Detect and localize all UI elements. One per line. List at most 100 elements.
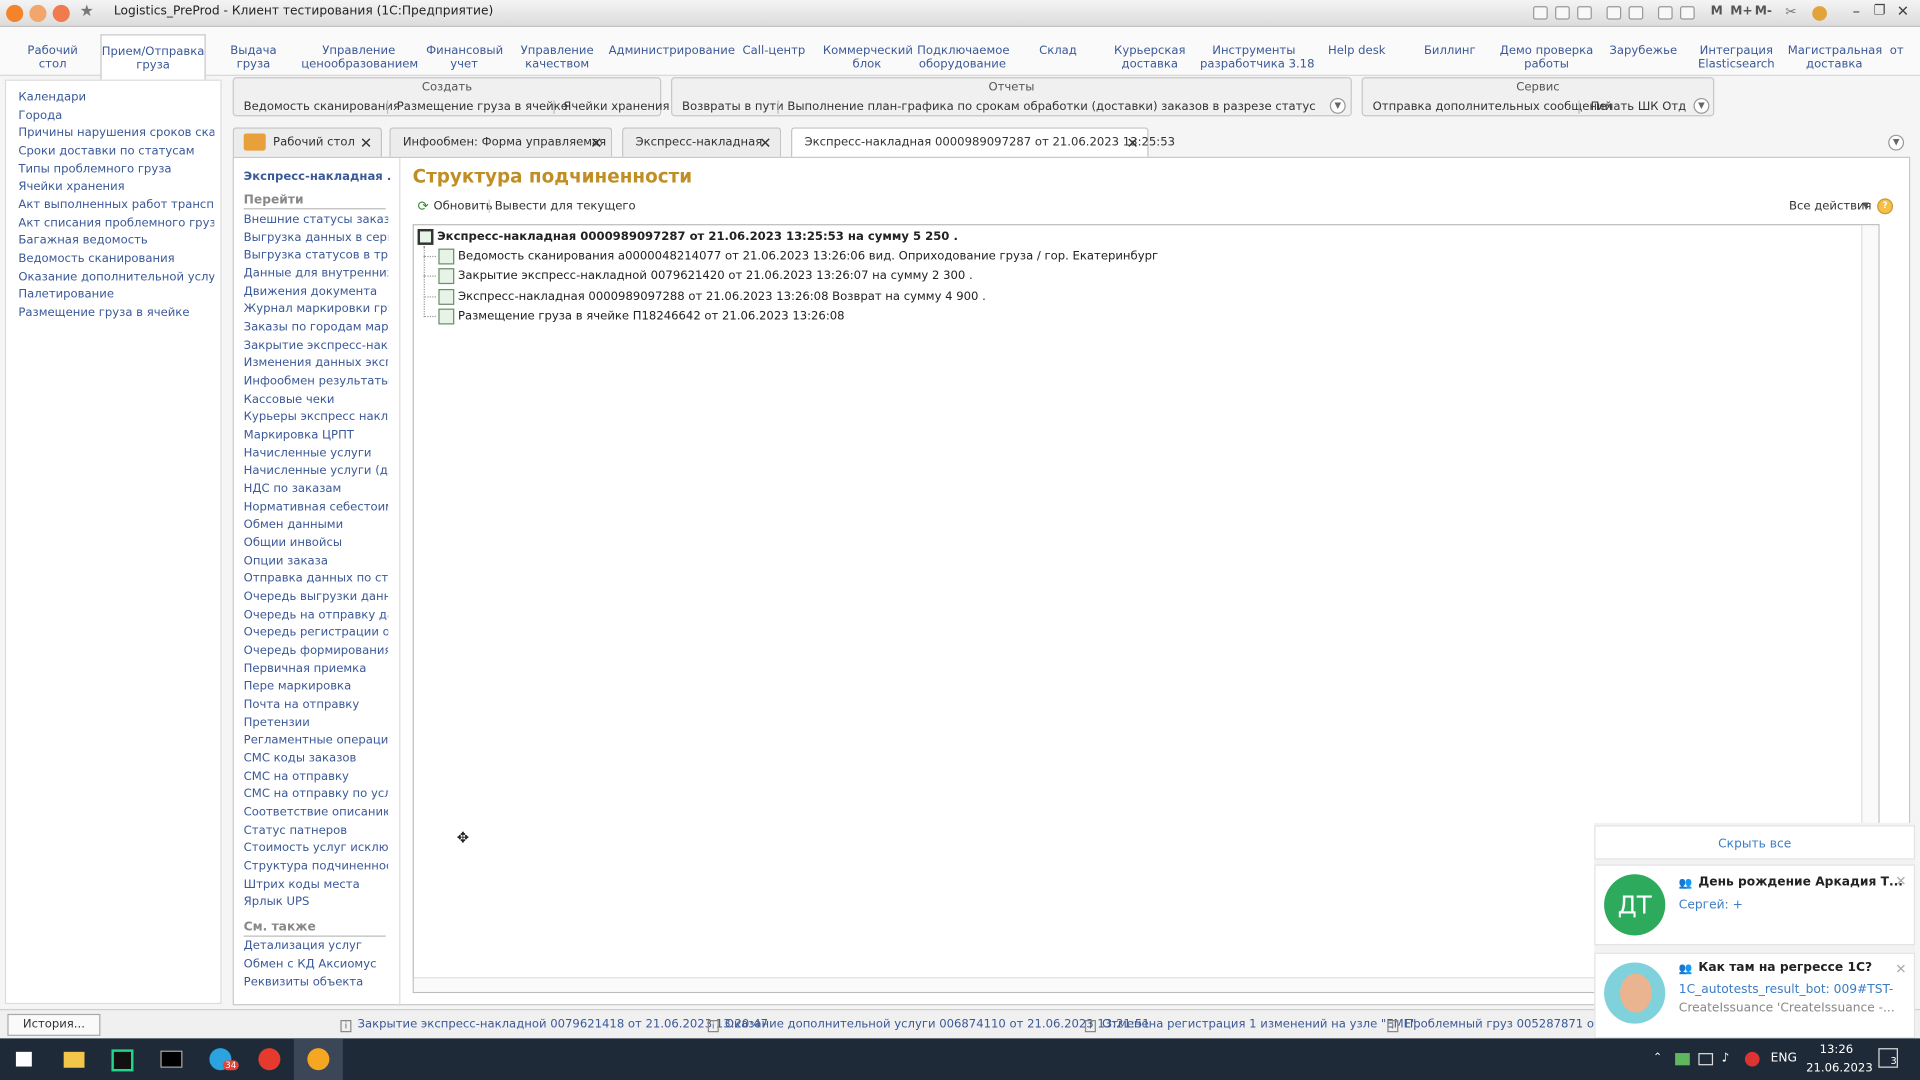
language-indicator[interactable]: ENG (1771, 1052, 1797, 1065)
nav-item[interactable]: Курьеры экспресс накла... (244, 410, 388, 423)
link-icon[interactable] (1628, 6, 1644, 20)
tray-app-icon[interactable] (1675, 1053, 1690, 1066)
tab-infoexchange[interactable]: Инфообмен: Форма управляемая ✕ (389, 127, 613, 157)
section-trunk[interactable]: Магистральная доставка (1788, 44, 1883, 71)
refresh-icon[interactable]: ⟳ (418, 198, 429, 214)
nav-item[interactable]: Очередь выгрузки данны... (244, 590, 388, 603)
file-explorer-icon[interactable] (49, 1038, 98, 1080)
tab-express-waybill-current[interactable]: Экспресс-накладная 0000989097287 от 21.0… (791, 127, 1175, 158)
section-help-desk[interactable]: Help desk (1326, 44, 1387, 57)
nav-link[interactable]: Причины нарушения сроков сканир... (18, 126, 214, 139)
nav-item[interactable]: Статус патнеров (244, 824, 388, 837)
print-barcode-button[interactable]: Печать ШК Отде... (1591, 100, 1687, 113)
chevron-down-icon[interactable]: ▼ (1862, 201, 1869, 211)
nav-item[interactable]: Кассовые чеки (244, 393, 388, 406)
tab-express-waybill-list[interactable]: Экспресс-накладная ✕ (622, 127, 782, 157)
nav-link[interactable]: Акт списания проблемного груза (18, 217, 214, 230)
all-actions-menu[interactable]: Все действия (1789, 200, 1872, 213)
nav-item[interactable]: НДС по заказам (244, 482, 388, 495)
tabs-menu-icon[interactable]: ▼ (1888, 134, 1905, 151)
nav-item[interactable]: Начисленные услуги (для ... (244, 464, 388, 477)
close-icon[interactable]: ✕ (1895, 873, 1906, 889)
preview-icon[interactable] (1577, 6, 1592, 20)
nav-item[interactable]: Внешние статусы заказов (244, 213, 388, 226)
nav-item[interactable]: Реквизиты объекта (244, 976, 388, 989)
nav-link[interactable]: Ячейки хранения (18, 180, 214, 193)
notification-center-icon[interactable]: 3 (1878, 1048, 1898, 1068)
memory-mminus-button[interactable]: M- (1755, 5, 1772, 18)
nav-item[interactable]: Изменения данных экспр... (244, 356, 388, 369)
save-icon[interactable] (1533, 6, 1548, 20)
nav-link[interactable]: Акт выполненных работ транспорт... (18, 198, 214, 211)
output-current-button[interactable]: Вывести для текущего (495, 200, 636, 213)
close-icon[interactable]: ✕ (590, 135, 602, 152)
nav-item[interactable]: СМС на отправку по усло... (244, 787, 388, 800)
close-window-icon[interactable]: ✕ (1897, 2, 1909, 19)
section-quality[interactable]: Управление качеством (518, 44, 596, 71)
nav-item[interactable]: Выгрузка данных в серви... (244, 231, 388, 244)
nav-link[interactable]: Ведомость сканирования (18, 252, 214, 265)
create-storage-cells-button[interactable]: Ячейки хранения (563, 100, 669, 113)
report-schedule-button[interactable]: Выполнение план-графика по срокам обрабо… (787, 100, 1316, 113)
close-icon[interactable]: ✕ (360, 135, 372, 152)
section-desktop[interactable]: Рабочий стол (24, 44, 80, 71)
telegram-icon[interactable]: 34 (196, 1038, 245, 1080)
section-warehouse[interactable]: Склад (1033, 44, 1082, 57)
info-icon[interactable] (1812, 6, 1827, 21)
nav-item[interactable]: Соответствие описанию в... (244, 806, 388, 819)
nav-item[interactable]: Очередь на отправку дан... (244, 609, 388, 622)
section-receive-send[interactable]: Прием/Отправка груза (100, 34, 206, 84)
nav-item[interactable]: Стоимость услуг исключе... (244, 841, 388, 854)
favorites-star-icon[interactable]: ★ (80, 2, 94, 20)
nav-item[interactable]: Пере маркировка (244, 680, 388, 693)
app-logo-icon[interactable] (6, 4, 24, 23)
memory-m-button[interactable]: M (1711, 5, 1723, 18)
memory-mplus-button[interactable]: M+ (1730, 5, 1752, 18)
section-finance[interactable]: Финансовый учет (426, 44, 503, 71)
chevron-down-icon[interactable]: ▼ (1329, 97, 1346, 114)
nav-item[interactable]: Инфообмен результаты з... (244, 375, 388, 388)
nav-item[interactable]: Почта на отправку (244, 698, 388, 711)
nav-item[interactable]: Движения документа (244, 285, 388, 298)
status-item[interactable]: i Оказание дополнительной услуги 00687411… (707, 1018, 1150, 1033)
section-issue[interactable]: Выдача груза (222, 44, 286, 71)
volume-icon[interactable]: ♪ (1722, 1052, 1730, 1065)
nav-link[interactable]: Календари (18, 91, 214, 104)
close-icon[interactable]: ✕ (1895, 961, 1906, 977)
section-elasticsearch[interactable]: Интеграция Elasticsearch (1695, 44, 1778, 71)
help-icon[interactable]: ? (1877, 198, 1894, 215)
section-more[interactable]: от (1886, 44, 1908, 57)
section-abroad[interactable]: Зарубежье (1609, 44, 1678, 57)
nav-item[interactable]: Нормативная себестоимо... (244, 501, 388, 514)
nav-item[interactable]: Журнал маркировки груза (244, 302, 388, 315)
clock-date[interactable]: 21.06.2023 (1806, 1062, 1873, 1075)
section-courier[interactable]: Курьерская доставка (1109, 44, 1190, 71)
nav-item[interactable]: Регламентные операции (244, 733, 388, 746)
nav-link[interactable]: Типы проблемного груза (18, 163, 214, 176)
tree-row[interactable]: Размещение груза в ячейке П18246642 от 2… (458, 310, 845, 323)
create-scan-sheet-button[interactable]: Ведомость сканирования (244, 100, 400, 113)
scissors-icon[interactable]: ✂ (1785, 4, 1796, 20)
nav-item[interactable]: Штрих коды места (244, 878, 388, 891)
status-item[interactable]: i Отменена регистрация 1 изменений на узл… (1084, 1018, 1420, 1033)
tab-desktop[interactable]: Рабочий стол ✕ (232, 127, 383, 157)
restore-icon[interactable]: ❐ (1873, 2, 1885, 18)
form-nav-title[interactable]: Экспресс-накладная ... (244, 170, 391, 183)
nav-item[interactable]: СМС коды заказов (244, 752, 388, 765)
notification-card[interactable]: ДТ 👥 День рождение Аркадия Т... Сергей: … (1594, 864, 1916, 946)
nav-item[interactable]: Очередь формирования р... (244, 644, 388, 657)
nav-link[interactable]: Багажная ведомость (18, 234, 214, 247)
windows-start-icon[interactable] (0, 1038, 49, 1080)
nav-item[interactable]: Претензии (244, 716, 388, 729)
nav-item[interactable]: Маркировка ЦРПТ (244, 429, 388, 442)
hide-all-button[interactable]: Скрыть все (1718, 838, 1791, 851)
1c-app-icon[interactable] (293, 1038, 343, 1080)
yandex-browser-icon[interactable] (245, 1038, 294, 1080)
nav-item[interactable]: СМС на отправку (244, 770, 388, 783)
tree-root-row[interactable]: Экспресс-накладная 0000989097287 от 21.0… (437, 230, 958, 243)
tray-chevron-icon[interactable]: ⌃ (1653, 1052, 1662, 1064)
create-cell-placement-button[interactable]: Размещение груза в ячейке (397, 100, 568, 113)
section-pricing[interactable]: Управление ценообразованием (301, 44, 418, 71)
tree-row[interactable]: Ведомость сканирования а0000048214077 от… (458, 250, 1158, 263)
chevron-down-icon[interactable]: ▼ (1693, 97, 1710, 114)
